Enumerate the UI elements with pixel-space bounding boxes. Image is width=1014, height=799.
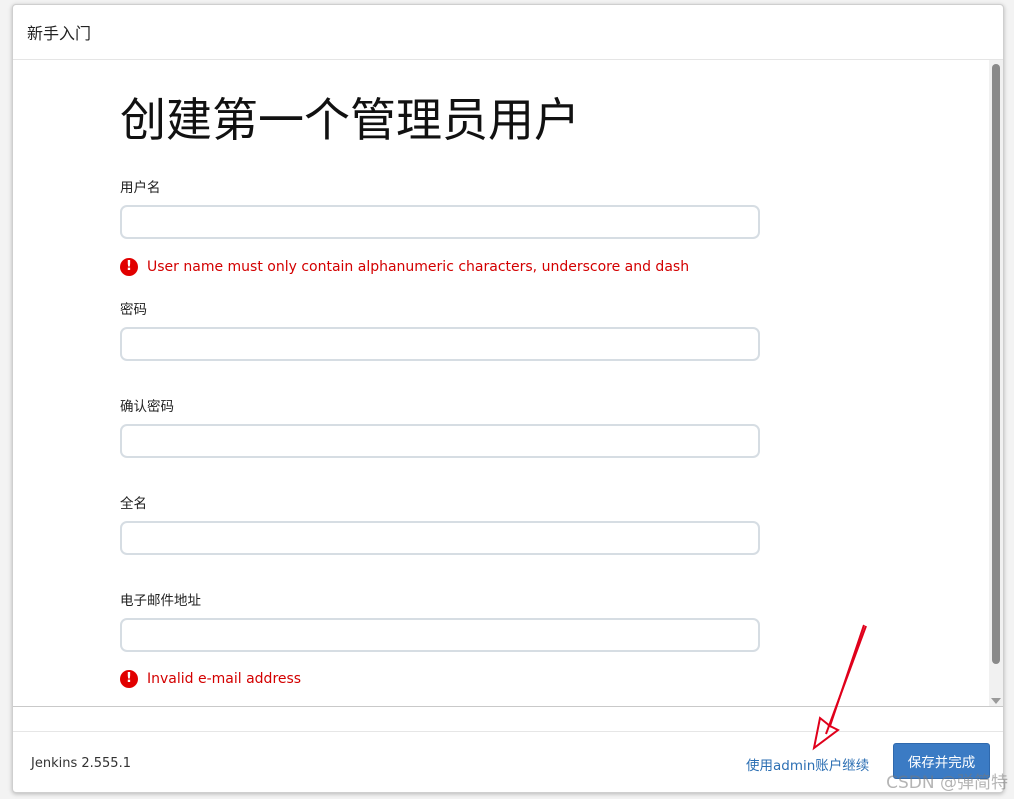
username-error-text: User name must only contain alphanumeric… — [147, 259, 690, 275]
username-error: ! User name must only contain alphanumer… — [120, 258, 689, 276]
confirm-password-label: 确认密码 — [120, 399, 174, 415]
jenkins-version: Jenkins 2.555.1 — [31, 756, 131, 771]
error-icon: ! — [120, 258, 138, 276]
username-input[interactable] — [120, 205, 760, 239]
dialog-body[interactable]: 创建第一个管理员用户 用户名 ! User name must only con… — [13, 60, 1003, 706]
password-label: 密码 — [120, 302, 147, 318]
fullname-label: 全名 — [120, 496, 147, 512]
dialog-title: 新手入门 — [27, 24, 92, 43]
email-error-text: Invalid e-mail address — [147, 671, 302, 687]
email-input[interactable] — [120, 618, 760, 652]
email-error: ! Invalid e-mail address — [120, 670, 301, 688]
confirm-password-input[interactable] — [120, 424, 760, 458]
fullname-input[interactable] — [120, 521, 760, 555]
page-title: 创建第一个管理员用户 — [120, 93, 580, 147]
csdn-watermark: CSDN @弹简特 — [886, 773, 1008, 793]
password-input[interactable] — [120, 327, 760, 361]
dialog-footer: Jenkins 2.555.1 使用admin账户继续 保存并完成 — [13, 732, 1003, 792]
footer-divider — [13, 706, 1003, 732]
vertical-scrollbar[interactable] — [989, 60, 1003, 706]
setup-wizard-dialog: 新手入门 创建第一个管理员用户 用户名 ! User name must onl… — [12, 4, 1004, 793]
dialog-header: 新手入门 — [13, 5, 1003, 60]
email-label: 电子邮件地址 — [120, 593, 201, 609]
username-label: 用户名 — [120, 180, 161, 196]
continue-as-admin-link[interactable]: 使用admin账户继续 — [746, 754, 869, 774]
scroll-down-arrow-icon[interactable] — [991, 698, 1001, 704]
error-icon: ! — [120, 670, 138, 688]
scrollbar-thumb[interactable] — [992, 64, 1000, 664]
